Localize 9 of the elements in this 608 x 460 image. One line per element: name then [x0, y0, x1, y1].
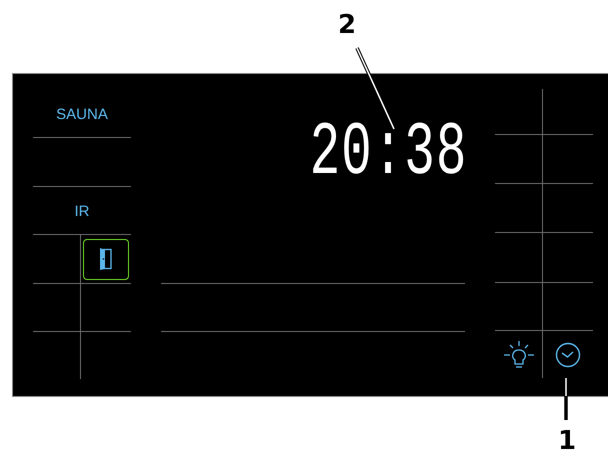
mode-label[interactable]: SAUNA	[56, 88, 108, 123]
clock-icon[interactable]	[555, 342, 581, 368]
light-bulb-icon[interactable]	[502, 340, 536, 370]
mode-label[interactable]: IR	[74, 201, 90, 220]
door-icon	[98, 247, 114, 271]
callout-number: 2	[338, 10, 356, 40]
clock-display: 20:38	[310, 125, 468, 183]
callout-number: 1	[558, 426, 576, 456]
door-button[interactable]	[83, 238, 129, 280]
